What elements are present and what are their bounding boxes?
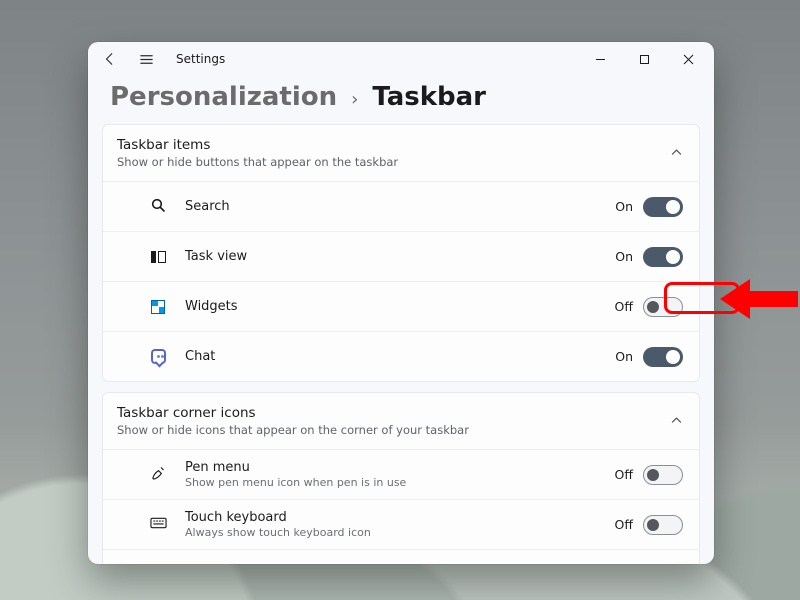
section-subtitle: Show or hide icons that appear on the co… <box>117 423 670 437</box>
breadcrumb-parent[interactable]: Personalization <box>110 82 337 112</box>
chevron-up-icon <box>670 144 683 163</box>
search-icon <box>150 197 166 217</box>
row-title: Pen menu <box>185 460 615 475</box>
content-scroll[interactable]: Taskbar items Show or hide buttons that … <box>88 124 714 564</box>
toggle-widgets[interactable] <box>643 297 683 317</box>
toggle-state: On <box>615 349 633 364</box>
row-title: Widgets <box>185 299 615 314</box>
nav-menu-button[interactable] <box>134 47 158 71</box>
row-virtual-touchpad: Virtual touchpad Off <box>103 549 699 564</box>
row-subtitle: Always show touch keyboard icon <box>185 526 615 539</box>
row-title: Touch keyboard <box>185 510 615 525</box>
row-title: Search <box>185 199 615 214</box>
close-button[interactable] <box>666 44 710 74</box>
window-controls <box>578 44 710 74</box>
toggle-state: Off <box>615 299 633 314</box>
row-touch-keyboard: Touch keyboard Always show touch keyboar… <box>103 499 699 549</box>
app-title: Settings <box>176 52 225 66</box>
chat-icon <box>151 349 166 364</box>
section-title: Taskbar items <box>117 137 670 153</box>
row-widgets: Widgets Off <box>103 281 699 331</box>
toggle-task-view[interactable] <box>643 247 683 267</box>
row-chat: Chat On <box>103 331 699 381</box>
toggle-search[interactable] <box>643 197 683 217</box>
section-subtitle: Show or hide buttons that appear on the … <box>117 155 670 169</box>
chevron-up-icon <box>670 412 683 431</box>
section-header[interactable]: Taskbar corner icons Show or hide icons … <box>103 393 699 449</box>
toggle-state: On <box>615 199 633 214</box>
minimize-button[interactable] <box>578 44 622 74</box>
taskview-icon <box>151 251 166 263</box>
page-title: Taskbar <box>372 82 486 112</box>
section-title: Taskbar corner icons <box>117 405 670 421</box>
section-header[interactable]: Taskbar items Show or hide buttons that … <box>103 125 699 181</box>
widgets-icon <box>151 300 165 314</box>
toggle-state: On <box>615 249 633 264</box>
row-subtitle: Show pen menu icon when pen is in use <box>185 476 615 489</box>
breadcrumb: Personalization › Taskbar <box>88 76 714 124</box>
toggle-state: Off <box>615 517 633 532</box>
row-pen-menu: Pen menu Show pen menu icon when pen is … <box>103 449 699 499</box>
toggle-state: Off <box>615 467 633 482</box>
toggle-chat[interactable] <box>643 347 683 367</box>
keyboard-icon <box>150 515 167 534</box>
titlebar: Settings <box>88 42 714 76</box>
maximize-button[interactable] <box>622 44 666 74</box>
chevron-right-icon: › <box>351 89 358 110</box>
section-taskbar-items: Taskbar items Show or hide buttons that … <box>102 124 700 382</box>
settings-window: Settings Personalization › Taskbar Taskb… <box>88 42 714 564</box>
back-button[interactable] <box>98 47 122 71</box>
pen-icon <box>150 464 167 485</box>
section-taskbar-corner-icons: Taskbar corner icons Show or hide icons … <box>102 392 700 564</box>
row-search: Search On <box>103 181 699 231</box>
row-title: Chat <box>185 349 615 364</box>
row-title: Task view <box>185 249 615 264</box>
toggle-pen-menu[interactable] <box>643 465 683 485</box>
toggle-touch-keyboard[interactable] <box>643 515 683 535</box>
row-task-view: Task view On <box>103 231 699 281</box>
